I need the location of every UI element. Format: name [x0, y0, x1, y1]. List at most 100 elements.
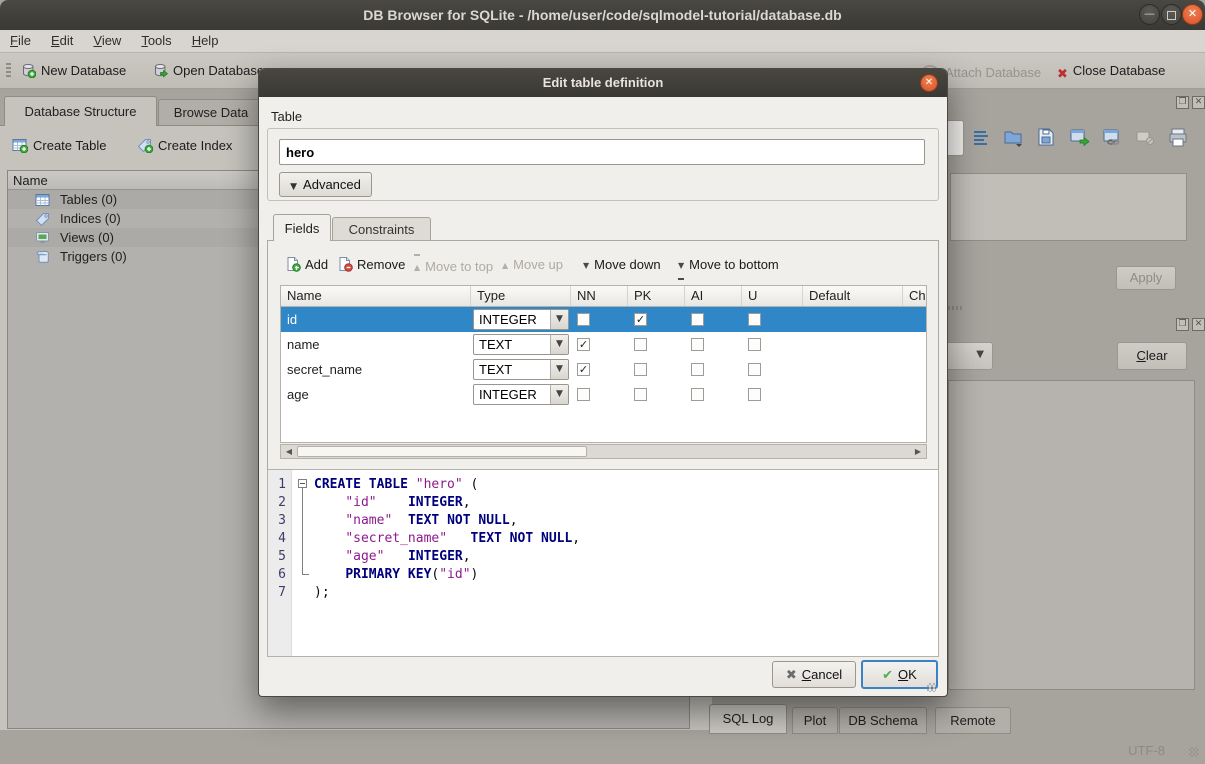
apply-button[interactable]: Apply	[1116, 266, 1176, 290]
horizontal-scrollbar[interactable]: ◀ ▶	[280, 444, 927, 459]
null-icon[interactable]	[1133, 126, 1157, 150]
dialog-close-icon[interactable]: ✕	[920, 74, 938, 92]
mode-icon[interactable]	[968, 126, 992, 150]
encoding-indicator: UTF-8	[1128, 743, 1165, 758]
checkbox-u[interactable]	[748, 313, 761, 326]
dock-close-icon[interactable]: ✕	[1192, 96, 1205, 109]
table-section-label: Table	[271, 109, 302, 124]
dock-separator	[948, 306, 964, 310]
link-icon[interactable]	[1100, 126, 1124, 150]
checkbox-u[interactable]	[748, 338, 761, 351]
scrollbar-thumb[interactable]	[297, 446, 587, 457]
checkbox-u[interactable]	[748, 363, 761, 376]
column-header-name[interactable]: Name	[281, 286, 471, 306]
move-up-button[interactable]: ▲Move up	[502, 254, 563, 276]
menu-bar: FileEditViewToolsHelp	[0, 30, 1205, 53]
checkbox-ai[interactable]	[691, 313, 704, 326]
checkbox-ai[interactable]	[691, 388, 704, 401]
cancel-button[interactable]: ✖Cancel	[772, 661, 856, 688]
scroll-right-icon[interactable]: ▶	[911, 446, 925, 457]
print-icon[interactable]	[1166, 126, 1190, 150]
add-field-button[interactable]: Add	[285, 254, 328, 276]
menu-file[interactable]: File	[0, 30, 41, 48]
dock-float-icon[interactable]: ❐	[1176, 96, 1189, 109]
cancel-icon: ✖	[786, 668, 797, 683]
tree-item-label: Views (0)	[60, 228, 114, 247]
maximize-icon[interactable]	[1161, 4, 1182, 25]
field-type-dropdown[interactable]: INTEGER▼	[473, 309, 569, 330]
column-header-u[interactable]: U	[742, 286, 803, 306]
checkbox-nn[interactable]	[577, 313, 590, 326]
table-name-input[interactable]	[279, 139, 925, 165]
checkbox-u[interactable]	[748, 388, 761, 401]
dialog-resize-grip[interactable]	[927, 683, 936, 692]
create-index-button[interactable]: Create Index	[137, 134, 232, 158]
fold-marker-icon[interactable]	[298, 479, 307, 488]
advanced-button[interactable]: ▼Advanced	[279, 172, 372, 197]
tab-fields[interactable]: Fields	[273, 214, 331, 241]
cell-editor-text-area[interactable]	[950, 173, 1187, 241]
checkbox-pk[interactable]	[634, 363, 647, 376]
checkbox-pk[interactable]	[634, 388, 647, 401]
tab-browse-data[interactable]: Browse Data	[158, 99, 264, 126]
field-type-dropdown[interactable]: TEXT▼	[473, 334, 569, 355]
minimize-icon[interactable]: —	[1139, 4, 1160, 25]
move-down-button[interactable]: ▼Move down	[583, 254, 661, 276]
checkbox-pk[interactable]: ✓	[634, 313, 647, 326]
checkbox-ai[interactable]	[691, 363, 704, 376]
tab-sql-log[interactable]: SQL Log	[709, 704, 787, 734]
close-database-button[interactable]: ✖Close Database	[1057, 60, 1165, 82]
move-to-bottom-button[interactable]: ▼Move to bottom	[678, 254, 779, 276]
checkbox-nn[interactable]	[577, 388, 590, 401]
field-type-dropdown[interactable]: TEXT▼	[473, 359, 569, 380]
dock-float-icon[interactable]: ❐	[1176, 318, 1189, 331]
open-database-button[interactable]: Open Database	[152, 60, 264, 82]
tab-db-schema[interactable]: DB Schema	[839, 707, 927, 734]
tab-remote[interactable]: Remote	[935, 707, 1011, 734]
field-row-secret_name[interactable]: secret_nameTEXT▼✓	[281, 357, 927, 382]
window-titlebar: DB Browser for SQLite - /home/user/code/…	[0, 0, 1205, 30]
remove-field-button[interactable]: Remove	[337, 254, 405, 276]
close-window-icon[interactable]: ✕	[1182, 4, 1203, 25]
new-database-button[interactable]: New Database	[20, 60, 126, 82]
menu-view[interactable]: View	[83, 30, 131, 48]
move-to-top-button[interactable]: ▲Move to top	[414, 254, 493, 276]
sql-line: CREATE TABLE "hero" (	[314, 476, 478, 494]
column-header-ai[interactable]: AI	[685, 286, 742, 306]
dock-close-icon[interactable]: ✕	[1192, 318, 1205, 331]
column-header-type[interactable]: Type	[471, 286, 571, 306]
tree-item-label: Indices (0)	[60, 209, 121, 228]
export-icon[interactable]	[1067, 126, 1091, 150]
column-header-pk[interactable]: PK	[628, 286, 685, 306]
import-icon[interactable]	[1001, 126, 1025, 150]
menu-tools[interactable]: Tools	[131, 30, 181, 48]
menu-edit[interactable]: Edit	[41, 30, 83, 48]
column-header-che[interactable]: Che	[903, 286, 927, 306]
sql-preview[interactable]: 1234567 CREATE TABLE "hero" ( "id" INTEG…	[267, 469, 939, 657]
checkbox-pk[interactable]	[634, 338, 647, 351]
field-row-name[interactable]: nameTEXT▼✓	[281, 332, 927, 357]
checkbox-nn[interactable]: ✓	[577, 338, 590, 351]
column-header-default[interactable]: Default	[803, 286, 903, 306]
toolbar-drag-handle[interactable]	[6, 63, 11, 79]
save-icon[interactable]	[1034, 126, 1058, 150]
sql-log-panel[interactable]	[948, 380, 1195, 690]
field-type-dropdown[interactable]: INTEGER▼	[473, 384, 569, 405]
checkbox-ai[interactable]	[691, 338, 704, 351]
field-row-age[interactable]: ageINTEGER▼	[281, 382, 927, 407]
clear-button[interactable]: Clear	[1117, 342, 1187, 370]
create-table-button[interactable]: Create Table	[12, 134, 106, 158]
tab-plot[interactable]: Plot	[792, 707, 838, 734]
menu-help[interactable]: Help	[182, 30, 229, 48]
column-header-nn[interactable]: NN	[571, 286, 628, 306]
tab-database-structure[interactable]: Database Structure	[4, 96, 157, 126]
scroll-left-icon[interactable]: ◀	[282, 446, 296, 457]
checkbox-nn[interactable]: ✓	[577, 363, 590, 376]
edit-table-definition-dialog: Edit table definition ✕ Table ▼Advanced …	[258, 68, 948, 697]
sql-line: "id" INTEGER,	[314, 494, 471, 512]
resize-grip[interactable]	[1189, 747, 1199, 757]
line-number: 6	[278, 566, 286, 584]
tab-constraints[interactable]: Constraints	[332, 217, 431, 241]
field-row-id[interactable]: idINTEGER▼✓	[281, 307, 927, 332]
fields-grid-header: NameTypeNNPKAIUDefaultChe	[281, 286, 927, 307]
